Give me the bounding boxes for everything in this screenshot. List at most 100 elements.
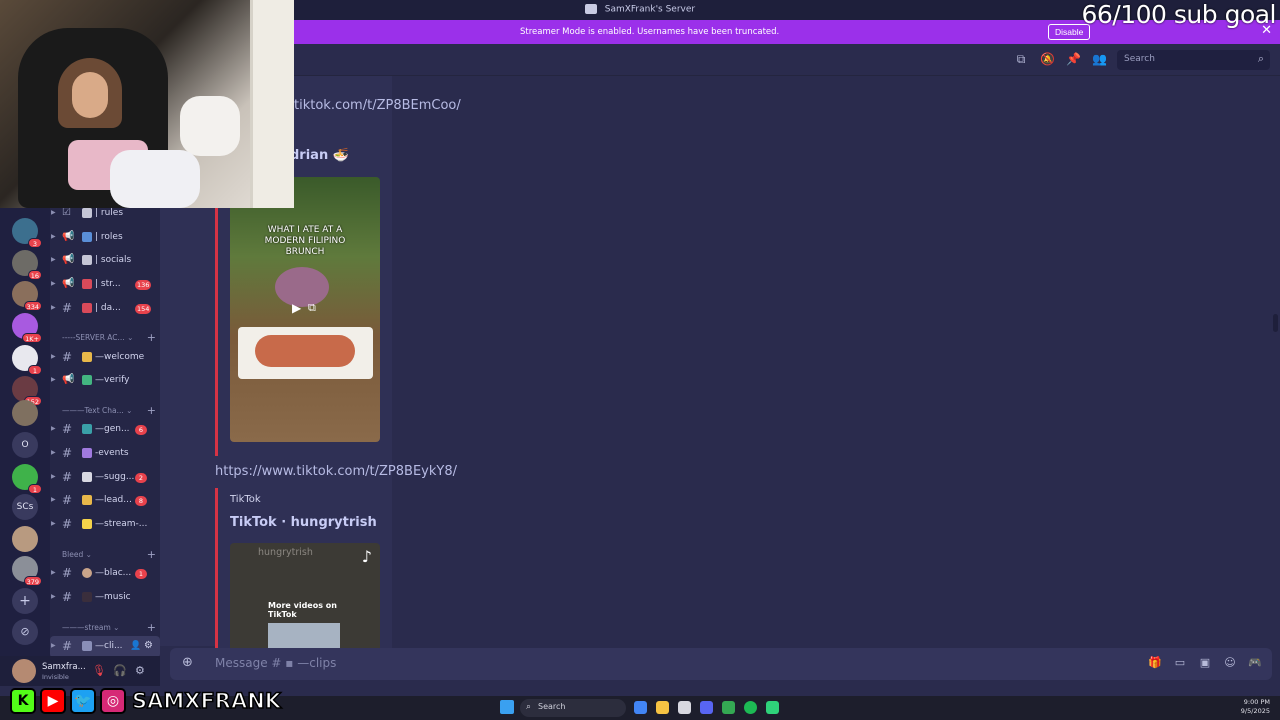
category-stream[interactable]: ———stream ⌄ + [62, 621, 160, 637]
composer-icons: 🎁 ▭ ▣ ☺ 🎮 [1148, 656, 1262, 669]
sub-goal-overlay: 66/100 sub goal [1081, 0, 1276, 29]
channel-item[interactable]: ▶ # —sugg... 2 [50, 467, 160, 489]
app-icon[interactable] [766, 701, 779, 714]
video-thumbnail[interactable]: WHAT I ATE AT A MODERN FILIPINO BRUNCH ▶… [230, 177, 380, 442]
channel-item[interactable]: ▶ 📢 —verify [50, 370, 160, 392]
channel-item[interactable]: ▶ 📢 | roles [50, 227, 160, 249]
headphones-icon[interactable]: 🎧 [113, 664, 127, 677]
tiktok-link[interactable]: https://www.tiktok.com/t/ZP8BEykY8/ [215, 464, 457, 479]
notifications-muted-icon[interactable]: 🔕 [1040, 52, 1055, 66]
unread-arrow-icon: ▶ [51, 209, 56, 216]
category-label: ———stream ⌄ [62, 623, 120, 632]
server-icon[interactable] [12, 400, 38, 426]
category-server-access[interactable]: -----SERVER AC... ⌄ + [62, 331, 160, 347]
embed-title[interactable]: TikTok · hungrytrish [230, 515, 377, 530]
add-channel-icon[interactable]: + [147, 404, 156, 417]
channel-item[interactable]: ▶ # —blac... 1 [50, 563, 160, 585]
add-channel-icon[interactable]: + [147, 621, 156, 634]
channel-name: | rules [95, 208, 124, 218]
embed-title[interactable]: drian 🍜 [290, 148, 349, 163]
channel-item[interactable]: ▶ # —gen... 6 [50, 419, 160, 441]
taskbar-search[interactable]: ⌕ Search [520, 699, 626, 717]
server-icon[interactable] [12, 526, 38, 552]
server-badge: 16 [27, 270, 42, 280]
sticker-icon[interactable]: ▣ [1198, 656, 1212, 669]
category-text-chat[interactable]: ———Text Cha... ⌄ + [62, 404, 160, 420]
video-thumbnail[interactable]: hungrytrish ♪ More videos on TikTok [230, 543, 380, 653]
system-clock[interactable]: 9:00 PM 9/5/2025 [1241, 698, 1270, 716]
browser-icon[interactable] [722, 701, 735, 714]
mention-badge: 1 [135, 569, 147, 579]
emoji-icon [82, 232, 92, 242]
channel-item[interactable]: ▶ 📢 | socials [50, 250, 160, 272]
threads-icon[interactable]: ⧉ [1014, 52, 1028, 66]
server-badge: 379 [23, 576, 42, 586]
server-icon[interactable]: 1 [12, 464, 42, 494]
channel-name: | socials [95, 255, 132, 265]
channel-item[interactable]: ▶ # -events [50, 443, 160, 465]
search-input[interactable]: Search ⌕ [1117, 50, 1270, 70]
channel-item-active[interactable]: ▶ # —cli... 👤 ⚙ [50, 636, 160, 658]
open-external-icon[interactable]: ⧉ [308, 301, 316, 315]
channel-item[interactable]: ▶ # —lead... 8 [50, 490, 160, 512]
gift-icon[interactable]: 🎁 [1148, 656, 1162, 669]
emoji-icon [82, 208, 92, 218]
attach-icon[interactable]: ⊕ [182, 655, 193, 670]
pin-icon[interactable]: 📌 [1066, 52, 1081, 66]
unread-arrow-icon: ▶ [51, 256, 56, 263]
search-placeholder: Search [1124, 54, 1155, 64]
server-icon[interactable]: 1K+ [12, 313, 42, 343]
mention-badge: 6 [135, 425, 147, 435]
add-member-icon[interactable]: 👤 [130, 641, 141, 651]
emoji-picker-icon[interactable]: ☺ [1223, 656, 1237, 669]
activities-icon[interactable]: 🎮 [1248, 656, 1262, 669]
clock-time: 9:00 PM [1243, 698, 1270, 706]
message-composer[interactable]: ⊕ Message # ▪ —clips 🎁 ▭ ▣ ☺ 🎮 [170, 648, 1272, 680]
add-channel-icon[interactable]: + [147, 548, 156, 561]
chrome-icon[interactable] [634, 701, 647, 714]
tiktok-link[interactable]: tiktok.com/t/ZP8BEmCoo/ [294, 98, 461, 113]
channel-item[interactable]: ▶ # | da... 154 [50, 298, 160, 320]
store-icon[interactable] [678, 701, 691, 714]
server-icon[interactable]: 334 [12, 281, 42, 311]
member-list-icon[interactable]: 👥 [1092, 52, 1107, 66]
avatar[interactable] [12, 659, 36, 683]
message-input[interactable]: Message # ▪ —clips [215, 656, 336, 670]
gif-icon[interactable]: ▭ [1173, 656, 1187, 669]
user-settings-icon[interactable]: ⚙ [135, 664, 145, 677]
server-icon[interactable]: O [12, 432, 38, 458]
channel-item[interactable]: ▶ # —music [50, 587, 160, 609]
add-channel-icon[interactable]: + [147, 331, 156, 344]
server-icon[interactable]: 379 [12, 556, 42, 586]
emoji-icon [82, 279, 92, 289]
discover-icon[interactable]: ⊘ [12, 619, 38, 645]
start-icon[interactable] [500, 700, 514, 714]
channel-name: —gen... [95, 424, 130, 434]
server-icon[interactable]: 1 [12, 345, 42, 375]
server-icon[interactable]: 3 [12, 218, 42, 248]
rules-channel-icon: ☑ [62, 207, 71, 218]
server-icon[interactable]: SCs [12, 494, 38, 520]
hash-icon: # [62, 301, 73, 315]
add-server-icon[interactable]: + [12, 588, 38, 614]
channel-item[interactable]: ▶ # —welcome [50, 347, 160, 369]
spotify-icon[interactable] [744, 701, 757, 714]
server-icon[interactable]: 16 [12, 250, 42, 280]
category-bleed[interactable]: Bleed ⌄ + [62, 548, 160, 564]
scrollbar[interactable] [1273, 314, 1278, 332]
channel-name: —verify [95, 375, 130, 385]
unread-arrow-icon: ▶ [51, 473, 56, 480]
server-icon[interactable]: 152 [12, 376, 42, 406]
channel-settings-icon[interactable]: ⚙ [144, 640, 153, 651]
emoji-icon [82, 448, 92, 458]
hash-icon: # [62, 517, 73, 531]
channel-header: ⧉ 🔕 📌 👥 Search ⌕ [294, 44, 1280, 76]
file-explorer-icon[interactable] [656, 701, 669, 714]
channel-list: ▶ ☑ | rules ▶ 📢 | roles ▶ 📢 | socials ▶ 📢 | str.… [50, 207, 160, 658]
mic-muted-icon[interactable]: 🎙 [92, 664, 106, 677]
play-icon[interactable]: ▶ [292, 301, 301, 315]
channel-item[interactable]: ▶ # —stream-... [50, 514, 160, 536]
discord-taskbar-icon[interactable] [700, 701, 713, 714]
hash-icon: # [62, 566, 73, 580]
channel-item[interactable]: ▶ 📢 | str... 136 [50, 274, 160, 296]
